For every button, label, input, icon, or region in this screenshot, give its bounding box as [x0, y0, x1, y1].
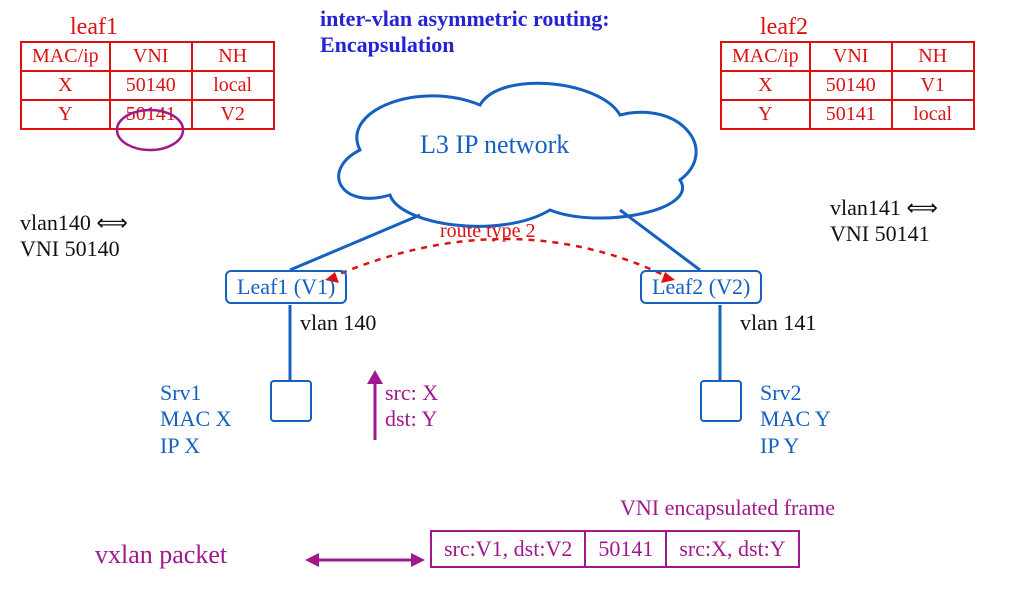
note-right-1: vlan141 ⟺	[830, 195, 938, 221]
leaf1-table: MAC/ip VNI NH X 50140 local Y 50141 V2	[20, 41, 275, 130]
leaf2-r1c0: Y	[721, 100, 810, 129]
arrow-src: src: X	[385, 380, 438, 406]
srv2-icon	[700, 380, 742, 422]
cloud-label: L3 IP network	[420, 130, 569, 160]
leaf2-caption: leaf2	[760, 14, 975, 41]
route-type-label: route type 2	[440, 220, 536, 243]
leaf2-r1c1: 50141	[810, 100, 892, 129]
leaf1-h2: NH	[192, 42, 274, 71]
leaf2-r1c2: local	[892, 100, 974, 129]
leaf1-r0c2: local	[192, 71, 274, 100]
page-title-line1: inter-vlan asymmetric routing:	[320, 6, 610, 32]
leaf1-h0: MAC/ip	[21, 42, 110, 71]
leaf2-vlan: vlan 141	[740, 310, 816, 336]
pkt-vni: 50141	[585, 531, 666, 567]
vxlan-label: vxlan packet	[95, 540, 227, 570]
srv1-line2: MAC X	[160, 406, 232, 432]
vxlan-packet: src:V1, dst:V2 50141 src:X, dst:Y	[430, 530, 800, 568]
leaf2-h1: VNI	[810, 42, 892, 71]
leaf1-h1: VNI	[110, 42, 192, 71]
srv2-line3: IP Y	[760, 433, 831, 459]
leaf2-r0c0: X	[721, 71, 810, 100]
note-left-2: VNI 50140	[20, 236, 128, 262]
leaf1-r0c1: 50140	[110, 71, 192, 100]
page-title-line2: Encapsulation	[320, 32, 610, 58]
pkt-outer: src:V1, dst:V2	[431, 531, 585, 567]
leaf1-r1c1: 50141	[110, 100, 192, 129]
srv2-line2: MAC Y	[760, 406, 831, 432]
note-right-2: VNI 50141	[830, 221, 938, 247]
arrow-dst: dst: Y	[385, 406, 438, 432]
pkt-inner: src:X, dst:Y	[666, 531, 798, 567]
leaf1-r1c0: Y	[21, 100, 110, 129]
srv1-line3: IP X	[160, 433, 232, 459]
leaf1-r0c0: X	[21, 71, 110, 100]
leaf1-box: Leaf1 (V1)	[225, 270, 347, 304]
srv1-icon	[270, 380, 312, 422]
leaf2-h0: MAC/ip	[721, 42, 810, 71]
leaf2-table: MAC/ip VNI NH X 50140 V1 Y 50141 local	[720, 41, 975, 130]
leaf1-caption: leaf1	[70, 14, 275, 41]
vni-encap-label: VNI encapsulated frame	[620, 495, 835, 521]
srv1-line1: Srv1	[160, 380, 232, 406]
leaf1-vlan: vlan 140	[300, 310, 376, 336]
leaf2-h2: NH	[892, 42, 974, 71]
note-left-1: vlan140 ⟺	[20, 210, 128, 236]
leaf2-r0c2: V1	[892, 71, 974, 100]
leaf2-r0c1: 50140	[810, 71, 892, 100]
srv2-line1: Srv2	[760, 380, 831, 406]
leaf1-r1c2: V2	[192, 100, 274, 129]
leaf2-box: Leaf2 (V2)	[640, 270, 762, 304]
